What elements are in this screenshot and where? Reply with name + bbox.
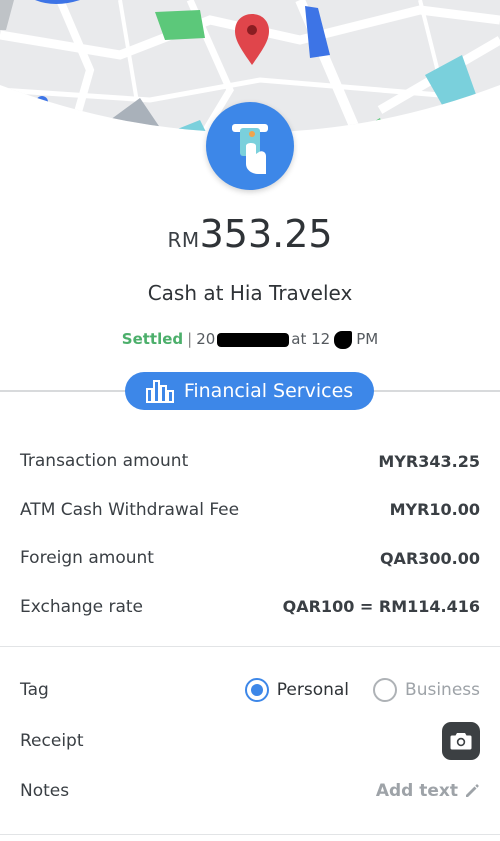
- divider: [0, 834, 500, 835]
- transaction-details: Transaction amount MYR343.25 ATM Cash Wi…: [0, 437, 500, 631]
- status-badge: Settled: [121, 330, 184, 348]
- bar-chart-icon: [145, 380, 174, 403]
- add-text-label: Add text: [375, 781, 458, 801]
- detail-value: MYR10.00: [389, 500, 480, 520]
- redacted-time: [334, 330, 353, 349]
- status-line: Settled | 20 at 12 PM: [0, 330, 500, 349]
- tag-option-label: Business: [405, 680, 480, 700]
- detail-value: QAR100 = RM114.416: [282, 597, 480, 617]
- tag-option-personal[interactable]: Personal: [244, 678, 350, 702]
- atm-badge: [206, 102, 294, 190]
- detail-row: ATM Cash Withdrawal Fee MYR10.00: [0, 486, 500, 535]
- pencil-icon: [466, 784, 479, 797]
- merchant-name: Cash at Hia Travelex: [147, 281, 353, 305]
- atm-card-hand-icon: [232, 124, 268, 174]
- amount-value: 353.25: [199, 212, 333, 256]
- category-label: Financial Services: [183, 380, 354, 402]
- time-joiner: at 12: [291, 330, 331, 348]
- divider: [0, 646, 500, 647]
- detail-label: Transaction amount: [20, 451, 189, 472]
- transaction-amount: RM353.25: [0, 212, 500, 256]
- tag-label: Tag: [20, 680, 49, 700]
- detail-label: Exchange rate: [20, 596, 144, 617]
- detail-value: QAR300.00: [379, 548, 480, 568]
- camera-icon: [450, 733, 472, 750]
- detail-label: ATM Cash Withdrawal Fee: [20, 499, 240, 520]
- detail-row: Foreign amount QAR300.00: [0, 534, 500, 583]
- tag-option-label: Personal: [276, 680, 350, 700]
- add-receipt-button[interactable]: [442, 722, 480, 760]
- notes-row: Notes Add text: [0, 772, 500, 810]
- detail-label: Foreign amount: [20, 548, 154, 569]
- time-suffix: PM: [356, 330, 379, 348]
- notes-label: Notes: [20, 781, 70, 801]
- detail-row: Exchange rate QAR100 = RM114.416: [0, 583, 500, 632]
- radio-selected-icon: [244, 678, 269, 702]
- currency-prefix: RM: [167, 228, 200, 252]
- redacted-date: [217, 332, 290, 347]
- receipt-label: Receipt: [20, 731, 84, 751]
- category-pill[interactable]: Financial Services: [125, 372, 374, 410]
- tag-option-business[interactable]: Business: [373, 678, 480, 702]
- date-prefix: 20: [196, 330, 216, 348]
- tag-row: Tag Personal Business: [0, 671, 500, 709]
- receipt-row: Receipt: [0, 721, 500, 761]
- status-separator: |: [187, 330, 193, 348]
- detail-row: Transaction amount MYR343.25: [0, 437, 500, 486]
- add-text-button[interactable]: Add text: [376, 781, 480, 801]
- radio-unselected-icon: [373, 678, 398, 702]
- detail-value: MYR343.25: [378, 451, 480, 471]
